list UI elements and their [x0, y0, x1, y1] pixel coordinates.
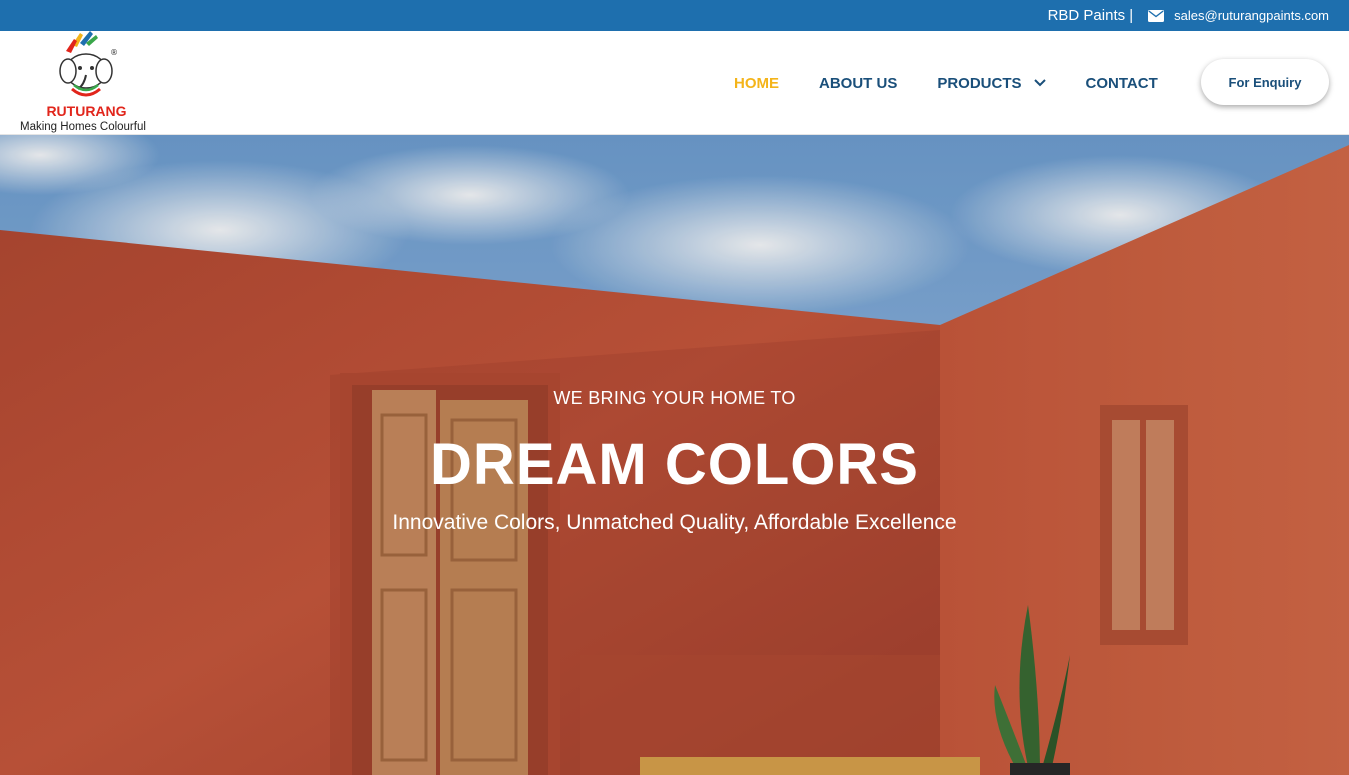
- nav-home-label: HOME: [734, 74, 779, 92]
- elephant-logo-icon: ®: [59, 31, 118, 97]
- envelope-icon: [1148, 9, 1165, 22]
- nav-products[interactable]: PRODUCTS: [937, 74, 1046, 92]
- hero-title: DREAM COLORS: [430, 432, 919, 497]
- nav-products-label: PRODUCTS: [937, 74, 1022, 92]
- site-header: ® RUTURANG Making Homes Colourful HOME A…: [0, 31, 1349, 135]
- nav-contact[interactable]: CONTACT: [1086, 75, 1158, 92]
- email-text: sales@ruturangpaints.com: [1174, 8, 1329, 23]
- hero-banner: WE BRING YOUR HOME TO DREAM COLORS Innov…: [0, 135, 1349, 775]
- logo[interactable]: ® RUTURANG Making Homes Colourful: [20, 31, 160, 135]
- hero-subtitle: Innovative Colors, Unmatched Quality, Af…: [392, 511, 957, 534]
- email-link[interactable]: sales@ruturangpaints.com: [1148, 8, 1329, 23]
- main-nav: HOME ABOUT US PRODUCTS CONTACT: [734, 31, 1198, 135]
- chevron-down-icon: [1033, 79, 1046, 87]
- svg-text:®: ®: [110, 48, 118, 57]
- hero-kicker: WE BRING YOUR HOME TO: [553, 388, 796, 408]
- enquiry-button[interactable]: For Enquiry: [1201, 59, 1329, 105]
- nav-about-us-label: ABOUT US: [819, 74, 898, 92]
- logo-tagline: Making Homes Colourful: [20, 121, 146, 133]
- nav-home[interactable]: HOME: [734, 75, 779, 92]
- brand-link[interactable]: RBD Paints |: [1048, 7, 1134, 24]
- nav-about-us[interactable]: ABOUT US: [819, 75, 897, 92]
- top-bar: RBD Paints | sales@ruturangpaints.com: [0, 0, 1349, 31]
- nav-contact-label: CONTACT: [1085, 74, 1158, 92]
- logo-name: RUTURANG: [46, 103, 127, 119]
